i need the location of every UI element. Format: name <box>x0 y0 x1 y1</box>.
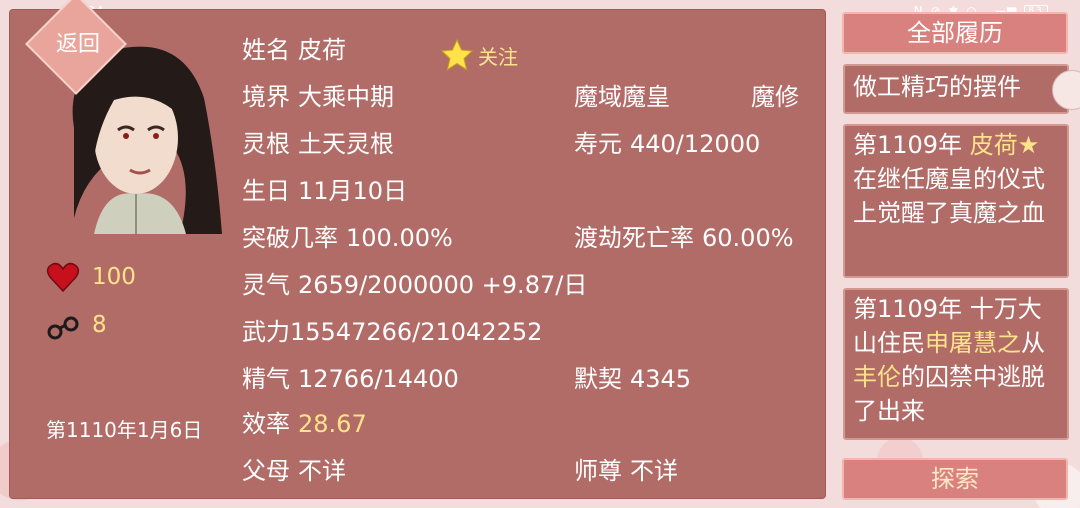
qi-label: 灵气 <box>242 271 290 299</box>
realm-label: 境界 <box>242 83 290 111</box>
history-card-2: 第1109年 十万大山住民申屠慧之从丰伦的囚禁中逃脱了出来 <box>843 288 1069 440</box>
lifespan-field: 寿元 440/12000 <box>574 124 760 159</box>
name-value: 皮荷 <box>298 36 346 64</box>
birthday-value: 11月10日 <box>298 177 408 205</box>
tacit-field: 默契 4345 <box>574 359 691 394</box>
birthday-label: 生日 <box>242 177 290 205</box>
character-panel: 100 8 第1110年1月6日 姓名 皮荷 关注 境界 大乘中期 魔域魔皇 魔修 … <box>10 10 825 498</box>
handcuffs-icon <box>47 316 79 340</box>
card2-mid: 从 <box>1021 329 1045 357</box>
root-value: 土天灵根 <box>298 130 394 158</box>
current-date: 第1110年1月6日 <box>46 418 203 442</box>
parents-label: 父母 <box>242 457 290 485</box>
path-value: 魔修 <box>751 83 799 111</box>
breakthrough-value: 100.00% <box>346 224 453 252</box>
history-card-0: 做工精巧的摆件 <box>843 64 1069 114</box>
follow-label: 关注 <box>478 44 518 69</box>
efficiency-label: 效率 <box>242 410 290 438</box>
tacit-label: 默契 <box>574 365 622 393</box>
explore-button[interactable]: 探索 <box>842 458 1068 500</box>
lifespan-label: 寿元 <box>574 130 622 158</box>
force-field: 武力15547266/21042252 <box>242 312 542 347</box>
card1-year: 第1109年 <box>853 131 963 159</box>
master-field: 师尊 不详 <box>574 451 678 486</box>
essence-field: 精气 12766/14400 <box>242 359 459 394</box>
card2-person2[interactable]: 丰伦 <box>853 363 901 391</box>
force-label: 武力 <box>242 318 290 346</box>
parents-field: 父母 不详 <box>242 451 346 486</box>
root-label: 灵根 <box>242 130 290 158</box>
name-field: 姓名 皮荷 <box>242 30 346 65</box>
card2-year: 第1109年 <box>853 295 963 323</box>
hp-value: 100 <box>92 264 136 290</box>
realm-value: 大乘中期 <box>298 83 394 111</box>
card1-text: 在继任魔皇的仪式上觉醒了真魔之血 <box>853 165 1045 227</box>
star-icon <box>440 38 474 71</box>
breakthrough-field: 突破几率 100.00% <box>242 218 453 253</box>
card0-text: 做工精巧的摆件 <box>853 73 1021 101</box>
name-label: 姓名 <box>242 36 290 64</box>
efficiency-field: 效率 28.67 <box>242 404 367 439</box>
all-history-button[interactable]: 全部履历 <box>842 12 1068 54</box>
tribulation-value: 60.00% <box>702 224 794 252</box>
essence-label: 精气 <box>242 365 290 393</box>
card1-name[interactable]: 皮荷★ <box>970 131 1040 159</box>
tribulation-field: 渡劫死亡率 60.00% <box>574 218 794 253</box>
history-card-1: 第1109年 皮荷★ 在继任魔皇的仪式上觉醒了真魔之血 <box>843 124 1069 278</box>
master-value: 不详 <box>630 457 678 485</box>
birthday-field: 生日 11月10日 <box>242 171 407 206</box>
card2-person1[interactable]: 申屠慧之 <box>925 329 1021 357</box>
root-field: 灵根 土天灵根 <box>242 124 394 159</box>
tribulation-label: 渡劫死亡率 <box>574 224 694 252</box>
qi-value: 2659/2000000 +9.87/日 <box>298 271 588 299</box>
qi-field: 灵气 2659/2000000 +9.87/日 <box>242 265 587 300</box>
restraint-value: 8 <box>92 312 107 338</box>
hp-stat: 100 <box>46 260 136 294</box>
essence-value: 12766/14400 <box>298 365 459 393</box>
lifespan-value: 440/12000 <box>630 130 761 158</box>
heart-icon <box>46 262 80 293</box>
parents-value: 不详 <box>298 457 346 485</box>
back-button-label[interactable]: 返回 <box>42 26 114 58</box>
force-value: 15547266/21042252 <box>290 318 543 346</box>
title-value: 魔域魔皇 <box>574 83 670 111</box>
master-label: 师尊 <box>574 457 622 485</box>
follow-button[interactable]: 关注 <box>440 38 518 72</box>
efficiency-value: 28.67 <box>298 410 367 438</box>
breakthrough-label: 突破几率 <box>242 224 338 252</box>
restraint-stat: 8 <box>46 308 107 342</box>
realm-field: 境界 大乘中期 <box>242 77 394 112</box>
tacit-value: 4345 <box>630 365 692 393</box>
